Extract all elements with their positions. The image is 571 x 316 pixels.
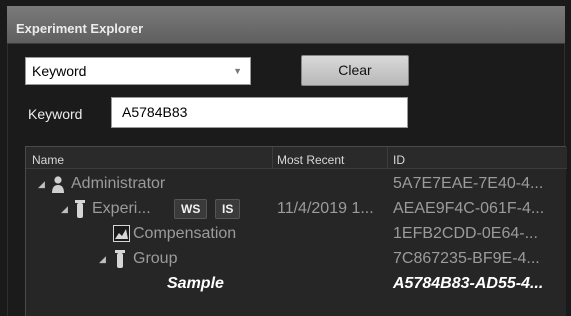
- tree-row-compensation[interactable]: Compensation 1EFB2CDD-0E64-...: [26, 223, 567, 245]
- column-header-id[interactable]: ID: [393, 153, 405, 167]
- ws-badge[interactable]: WS: [174, 199, 208, 219]
- expand-toggle-icon[interactable]: ◢: [61, 204, 68, 215]
- tree-row-sample[interactable]: Sample A5784B83-AD55-4...: [26, 273, 567, 295]
- row-name: Compensation: [133, 225, 237, 242]
- row-most-recent: 11/4/2019 1...: [277, 200, 374, 217]
- tree-row-administrator[interactable]: ◢ Administrator 5A7E7EAE-7E40-4...: [26, 173, 567, 195]
- search-panel: Keyword ▼ Clear Keyword A5784B83 Name Mo…: [7, 44, 567, 316]
- expand-toggle-icon[interactable]: ◢: [99, 254, 106, 265]
- row-name: Experi...: [92, 200, 151, 217]
- row-name: Sample: [167, 275, 224, 292]
- column-divider[interactable]: [272, 147, 273, 169]
- row-id: 7C867235-BF9E-4...: [393, 250, 540, 267]
- column-divider[interactable]: [387, 147, 388, 169]
- search-mode-dropdown[interactable]: Keyword ▼: [25, 57, 251, 85]
- title-bar: Experiment Explorer: [7, 6, 565, 44]
- row-id: 1EFB2CDD-0E64-...: [393, 225, 538, 242]
- row-name: Administrator: [71, 175, 166, 192]
- keyword-input[interactable]: A5784B83: [111, 97, 408, 128]
- tree-row-experiment[interactable]: ◢ Experi... WS IS 11/4/2019 1... AEAE9F4…: [26, 198, 567, 220]
- expand-toggle-icon[interactable]: ◢: [38, 179, 45, 190]
- chevron-down-icon: ▼: [233, 66, 242, 76]
- tree-row-group[interactable]: ◢ Group 7C867235-BF9E-4...: [26, 248, 567, 270]
- chart-icon: [113, 225, 130, 247]
- column-header-most-recent[interactable]: Most Recent: [277, 153, 344, 167]
- grid-header: Name Most Recent ID: [26, 147, 567, 169]
- tube-icon: [115, 250, 125, 273]
- column-header-name[interactable]: Name: [32, 153, 64, 167]
- clear-button[interactable]: Clear: [301, 55, 409, 86]
- is-badge[interactable]: IS: [215, 199, 241, 219]
- results-grid: Name Most Recent ID ◢ Administrator 5A7E…: [25, 146, 567, 316]
- keyword-value: A5784B83: [122, 104, 188, 120]
- tube-icon: [75, 200, 85, 223]
- keyword-label: Keyword: [28, 106, 83, 122]
- search-mode-value: Keyword: [32, 63, 87, 79]
- row-id: AEAE9F4C-061F-4...: [393, 200, 545, 217]
- experiment-explorer-window: Experiment Explorer Keyword ▼ Clear Keyw…: [0, 0, 571, 316]
- row-id: A5784B83-AD55-4...: [393, 275, 544, 292]
- row-name: Group: [133, 250, 178, 267]
- row-id: 5A7E7EAE-7E40-4...: [393, 175, 544, 192]
- window-title: Experiment Explorer: [16, 21, 144, 36]
- user-icon: [52, 175, 64, 198]
